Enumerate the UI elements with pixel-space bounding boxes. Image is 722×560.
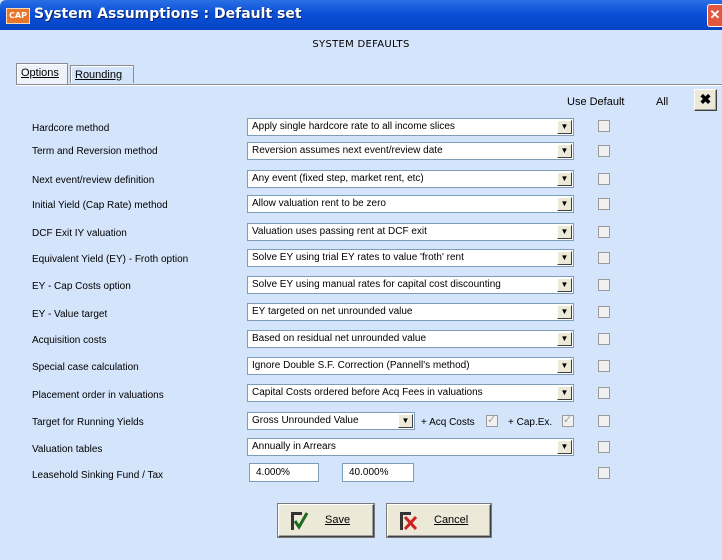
all-header: All (656, 96, 669, 108)
special-case-value: Ignore Double S.F. Correction (Pannell's… (252, 360, 470, 371)
ey-cap-costs-value: Solve EY using manual rates for capital … (252, 279, 501, 290)
ey-cap-costs-default-checkbox[interactable] (598, 279, 610, 291)
special-case-select[interactable]: Ignore Double S.F. Correction (Pannell's… (247, 357, 574, 375)
tab-options[interactable]: Options (16, 63, 68, 85)
cancel-button[interactable]: Cancel (387, 504, 491, 537)
dcf-exit-default-checkbox[interactable] (598, 226, 610, 238)
chevron-down-icon[interactable]: ▼ (557, 305, 572, 319)
ey-value-target-value: EY targeted on net unrounded value (252, 306, 413, 317)
initial-yield-default-checkbox[interactable] (598, 198, 610, 210)
cap-ex-label: + Cap.Ex. (508, 417, 553, 428)
special-case-default-checkbox[interactable] (598, 360, 610, 372)
term-reversion-default-checkbox[interactable] (598, 145, 610, 157)
ey-value-target-select[interactable]: EY targeted on net unrounded value ▼ (247, 303, 574, 321)
section-heading: SYSTEM DEFAULTS (312, 39, 410, 50)
sinking-fund-rate-input[interactable]: 4.000% (249, 463, 319, 482)
chevron-down-icon[interactable]: ▼ (398, 414, 413, 428)
ey-froth-value: Solve EY using trial EY rates to value '… (252, 252, 464, 263)
chevron-down-icon[interactable]: ▼ (557, 440, 572, 454)
placement-order-value: Capital Costs ordered before Acq Fees in… (252, 387, 483, 398)
tab-rounding-label: Rounding (75, 69, 123, 81)
app-icon: CAP (6, 8, 30, 24)
ey-cap-costs-label: EY - Cap Costs option (32, 281, 131, 292)
ey-froth-label: Equivalent Yield (EY) - Froth option (32, 254, 189, 265)
tab-rounding[interactable]: Rounding (70, 65, 134, 83)
initial-yield-value: Allow valuation rent to be zero (252, 198, 386, 209)
chevron-down-icon[interactable]: ▼ (557, 278, 572, 292)
running-yields-default-checkbox[interactable] (598, 415, 610, 427)
running-yields-value: Gross Unrounded Value (252, 415, 359, 426)
running-yields-label: Target for Running Yields (32, 417, 144, 428)
hardcore-method-select[interactable]: Apply single hardcore rate to all income… (247, 118, 574, 136)
placement-order-select[interactable]: Capital Costs ordered before Acq Fees in… (247, 384, 574, 402)
cancel-button-label: Cancel (434, 514, 469, 526)
cancel-x-icon (400, 512, 418, 531)
close-icon[interactable]: ✕ (707, 4, 722, 27)
sinking-fund-label: Leasehold Sinking Fund / Tax (32, 470, 164, 481)
term-reversion-value: Reversion assumes next event/review date (252, 145, 443, 156)
acquisition-costs-value: Based on residual net unrounded value (252, 333, 427, 344)
use-default-header: Use Default (567, 96, 625, 108)
chevron-down-icon[interactable]: ▼ (557, 359, 572, 373)
tab-divider-highlight (16, 85, 722, 86)
chevron-down-icon[interactable]: ▼ (557, 386, 572, 400)
next-event-default-checkbox[interactable] (598, 173, 610, 185)
tab-options-label: Options (21, 67, 59, 79)
acq-costs-label: + Acq Costs (421, 417, 475, 428)
chevron-down-icon[interactable]: ▼ (557, 172, 572, 186)
valuation-tables-default-checkbox[interactable] (598, 441, 610, 453)
next-event-value: Any event (fixed step, market rent, etc) (252, 173, 424, 184)
hardcore-method-default-checkbox[interactable] (598, 120, 610, 132)
valuation-tables-label: Valuation tables (32, 444, 103, 455)
title-bar[interactable]: CAP System Assumptions : Default set ✕ (0, 0, 722, 30)
special-case-label: Special case calculation (32, 362, 139, 373)
hardcore-method-value: Apply single hardcore rate to all income… (252, 121, 455, 132)
chevron-down-icon[interactable]: ▼ (557, 251, 572, 265)
initial-yield-label: Initial Yield (Cap Rate) method (32, 200, 168, 211)
save-button[interactable]: Save (278, 504, 374, 537)
clear-all-button[interactable]: ✖ (694, 89, 717, 111)
chevron-down-icon[interactable]: ▼ (557, 144, 572, 158)
acquisition-costs-select[interactable]: Based on residual net unrounded value ▼ (247, 330, 574, 348)
sinking-fund-default-checkbox[interactable] (598, 467, 610, 479)
term-reversion-label: Term and Reversion method (32, 146, 158, 157)
dcf-exit-value: Valuation uses passing rent at DCF exit (252, 226, 427, 237)
valuation-tables-value: Annually in Arrears (252, 441, 336, 452)
dcf-exit-label: DCF Exit IY valuation (32, 228, 127, 239)
dcf-exit-select[interactable]: Valuation uses passing rent at DCF exit ▼ (247, 223, 574, 241)
placement-order-label: Placement order in valuations (32, 390, 164, 401)
sinking-fund-tax-input[interactable]: 40.000% (342, 463, 414, 482)
cap-ex-checkbox[interactable] (562, 413, 574, 427)
next-event-select[interactable]: Any event (fixed step, market rent, etc)… (247, 170, 574, 188)
chevron-down-icon[interactable]: ▼ (557, 120, 572, 134)
save-button-label: Save (325, 514, 351, 526)
window-title: System Assumptions : Default set (34, 6, 302, 22)
save-check-icon (291, 512, 309, 530)
term-reversion-select[interactable]: Reversion assumes next event/review date… (247, 142, 574, 160)
ey-froth-default-checkbox[interactable] (598, 252, 610, 264)
chevron-down-icon[interactable]: ▼ (557, 225, 572, 239)
ey-value-target-label: EY - Value target (32, 309, 108, 320)
hardcore-method-label: Hardcore method (32, 123, 110, 134)
acquisition-costs-label: Acquisition costs (32, 335, 107, 346)
initial-yield-select[interactable]: Allow valuation rent to be zero ▼ (247, 195, 574, 213)
ey-froth-select[interactable]: Solve EY using trial EY rates to value '… (247, 249, 574, 267)
acquisition-costs-default-checkbox[interactable] (598, 333, 610, 345)
ey-value-target-default-checkbox[interactable] (598, 306, 610, 318)
chevron-down-icon[interactable]: ▼ (557, 332, 572, 346)
chevron-down-icon[interactable]: ▼ (557, 197, 572, 211)
running-yields-select[interactable]: Gross Unrounded Value ▼ (247, 412, 415, 430)
next-event-label: Next event/review definition (32, 175, 155, 186)
valuation-tables-select[interactable]: Annually in Arrears ▼ (247, 438, 574, 456)
ey-cap-costs-select[interactable]: Solve EY using manual rates for capital … (247, 276, 574, 294)
acq-costs-checkbox[interactable] (486, 413, 498, 427)
placement-order-default-checkbox[interactable] (598, 387, 610, 399)
